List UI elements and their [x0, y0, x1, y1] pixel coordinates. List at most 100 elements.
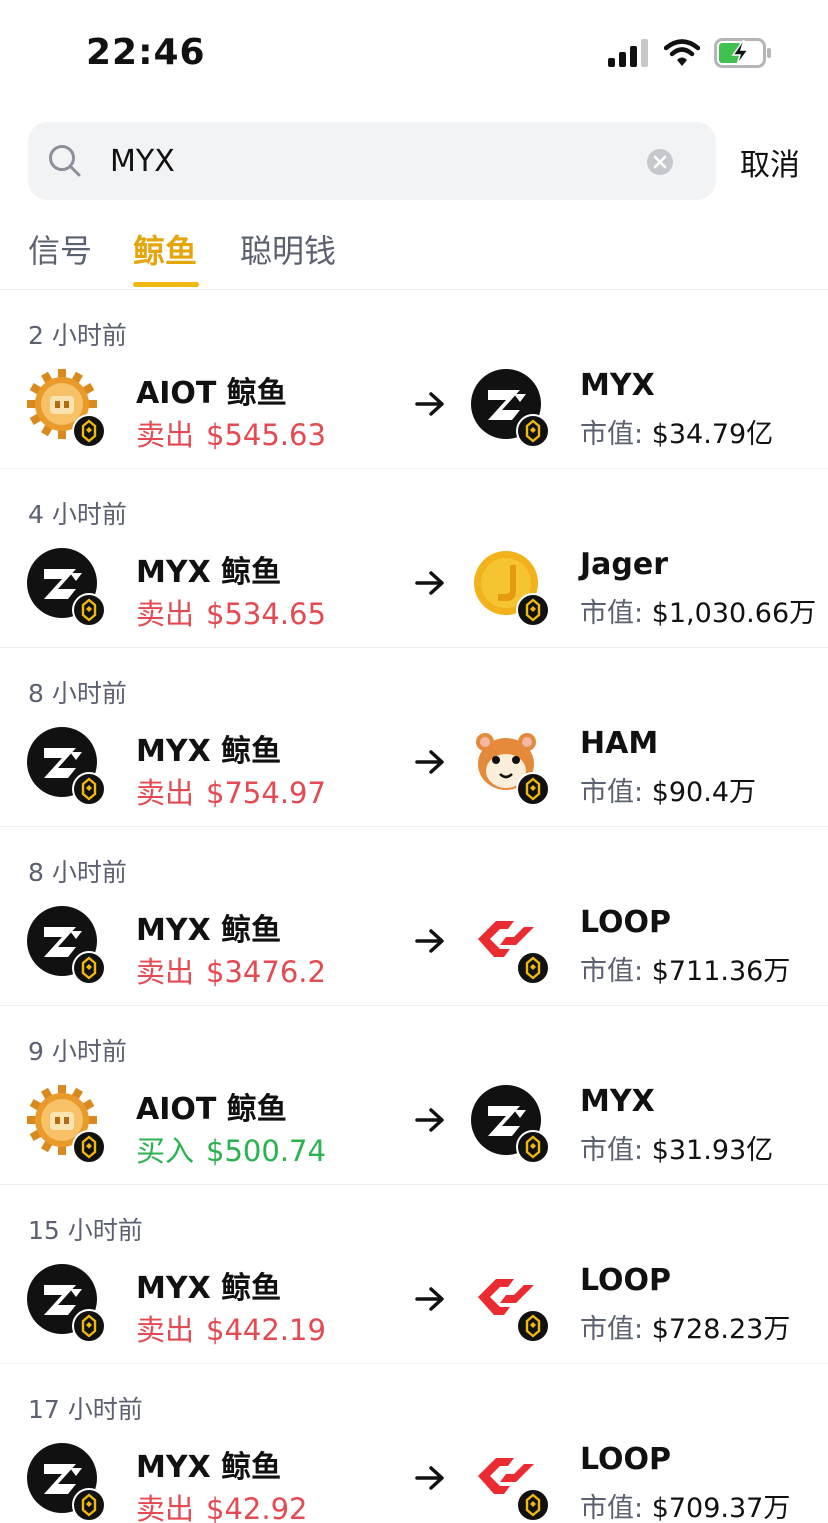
trade-summary: 卖出 $42.92 — [136, 1486, 308, 1523]
whale-avatar[interactable] — [26, 368, 106, 448]
status-time: 22:46 — [86, 32, 206, 73]
trade-amount: $42.92 — [206, 1492, 308, 1523]
cancel-button[interactable]: 取消 — [740, 140, 800, 184]
trade-amount: $442.19 — [206, 1313, 326, 1347]
trade-amount: $534.65 — [206, 597, 326, 631]
tab-whales[interactable]: 鲸鱼 — [133, 226, 197, 272]
search-bar[interactable] — [28, 122, 716, 200]
trade-time: 9 小时前 — [28, 1037, 127, 1066]
whale-name: AIOT 鲸鱼 — [136, 1092, 287, 1127]
clear-search-icon[interactable] — [646, 148, 674, 176]
market-cap-label: 市值: — [580, 1314, 644, 1345]
token-name: LOOP — [580, 905, 672, 940]
token-name: MYX — [580, 1084, 655, 1119]
token-name: MYX — [580, 368, 655, 403]
market-cap-value: $709.37万 — [651, 1493, 791, 1523]
search-row: 取消 — [0, 110, 828, 208]
arrow-right-icon — [415, 750, 444, 774]
market-cap: 市值: $711.36万 — [580, 949, 790, 988]
trade-time: 17 小时前 — [28, 1395, 143, 1424]
market-cap-value: $728.23万 — [651, 1314, 791, 1345]
market-cap-label: 市值: — [580, 956, 644, 987]
whale-trade-row[interactable]: 4 小时前 MYX 鲸鱼 卖出 $534.65 Jager 市值: $1,030.66万 — [0, 469, 828, 648]
market-cap: 市值: $90.4万 — [580, 770, 756, 809]
whale-trade-row[interactable]: 17 小时前 MYX 鲸鱼 卖出 $42.92 LOOP 市值: $709.37万 — [0, 1364, 828, 1523]
whale-avatar[interactable] — [26, 547, 106, 627]
token-name: LOOP — [580, 1263, 672, 1298]
token-avatar[interactable] — [470, 726, 550, 806]
whale-avatar[interactable] — [26, 1084, 106, 1164]
trade-action: 卖出 — [136, 418, 195, 452]
market-cap-value: $711.36万 — [651, 956, 791, 987]
bnb-chain-badge-icon — [72, 1130, 106, 1164]
whale-name: AIOT 鲸鱼 — [136, 376, 287, 411]
market-cap: 市值: $34.79亿 — [580, 412, 773, 451]
trade-action: 卖出 — [136, 776, 195, 810]
trade-time: 15 小时前 — [28, 1216, 143, 1245]
market-cap-value: $1,030.66万 — [651, 598, 817, 629]
whale-name: MYX 鲸鱼 — [136, 1450, 282, 1485]
token-avatar[interactable] — [470, 1263, 550, 1343]
arrow-right-icon — [415, 1108, 444, 1132]
whale-name: MYX 鲸鱼 — [136, 555, 282, 590]
trade-time: 4 小时前 — [28, 500, 127, 529]
token-avatar[interactable] — [470, 1442, 550, 1522]
token-avatar[interactable] — [470, 1084, 550, 1164]
active-tab-indicator — [133, 282, 199, 287]
trade-summary: 买入 $500.74 — [136, 1128, 326, 1170]
tab-smart-money[interactable]: 聪明钱 — [240, 226, 336, 272]
token-name: HAM — [580, 726, 659, 761]
bnb-chain-badge-icon — [72, 414, 106, 448]
trade-action: 买入 — [136, 1134, 195, 1168]
whale-avatar[interactable] — [26, 1442, 106, 1522]
bnb-chain-badge-icon — [516, 414, 550, 448]
status-bar: 22:46 — [0, 0, 828, 110]
trade-action: 卖出 — [136, 1313, 195, 1347]
trade-summary: 卖出 $534.65 — [136, 591, 326, 633]
bnb-chain-badge-icon — [72, 951, 106, 985]
bnb-chain-badge-icon — [72, 1488, 106, 1522]
whale-trade-row[interactable]: 9 小时前 AIOT 鲸鱼 买入 $500.74 MYX 市值: $31.93亿 — [0, 1006, 828, 1185]
whale-trade-list: 2 小时前 AIOT 鲸鱼 卖出 $545.63 MYX 市值: $34.79亿 4 小时前… — [0, 290, 828, 1523]
bnb-chain-badge-icon — [516, 951, 550, 985]
whale-avatar[interactable] — [26, 1263, 106, 1343]
trade-summary: 卖出 $3476.2 — [136, 949, 326, 991]
tab-signals[interactable]: 信号 — [28, 226, 92, 272]
trade-amount: $500.74 — [206, 1134, 326, 1168]
search-icon — [49, 145, 81, 177]
whale-name: MYX 鲸鱼 — [136, 734, 282, 769]
arrow-right-icon — [415, 1287, 444, 1311]
market-cap: 市值: $1,030.66万 — [580, 591, 816, 630]
bnb-chain-badge-icon — [516, 1130, 550, 1164]
whale-trade-row[interactable]: 2 小时前 AIOT 鲸鱼 卖出 $545.63 MYX 市值: $34.79亿 — [0, 290, 828, 469]
market-cap-label: 市值: — [580, 1135, 644, 1166]
token-avatar[interactable] — [470, 368, 550, 448]
status-icons — [608, 38, 772, 68]
whale-trade-row[interactable]: 8 小时前 MYX 鲸鱼 卖出 $754.97 HAM 市值: $90.4万 — [0, 648, 828, 827]
market-cap-value: $34.79亿 — [651, 419, 774, 450]
whale-avatar[interactable] — [26, 905, 106, 985]
arrow-right-icon — [415, 571, 444, 595]
whale-avatar[interactable] — [26, 726, 106, 806]
market-cap-label: 市值: — [580, 777, 644, 808]
cellular-signal-icon — [608, 39, 648, 67]
whale-name: MYX 鲸鱼 — [136, 913, 282, 948]
token-avatar[interactable] — [470, 547, 550, 627]
arrow-right-icon — [415, 392, 444, 416]
bnb-chain-badge-icon — [516, 1488, 550, 1522]
trade-summary: 卖出 $442.19 — [136, 1307, 326, 1349]
token-name: Jager — [580, 547, 669, 582]
trade-time: 2 小时前 — [28, 321, 127, 350]
whale-trade-row[interactable]: 8 小时前 MYX 鲸鱼 卖出 $3476.2 LOOP 市值: $711.36万 — [0, 827, 828, 1006]
token-avatar[interactable] — [470, 905, 550, 985]
token-name: LOOP — [580, 1442, 672, 1477]
whale-trade-row[interactable]: 15 小时前 MYX 鲸鱼 卖出 $442.19 LOOP 市值: $728.23万 — [0, 1185, 828, 1364]
market-cap-label: 市值: — [580, 598, 644, 629]
market-cap: 市值: $31.93亿 — [580, 1128, 773, 1167]
trade-amount: $545.63 — [206, 418, 326, 452]
market-cap-value: $31.93亿 — [651, 1135, 774, 1166]
market-cap: 市值: $709.37万 — [580, 1486, 790, 1523]
search-input[interactable] — [110, 122, 630, 200]
trade-summary: 卖出 $545.63 — [136, 412, 326, 454]
tab-bar: 信号 鲸鱼 聪明钱 — [0, 208, 828, 290]
